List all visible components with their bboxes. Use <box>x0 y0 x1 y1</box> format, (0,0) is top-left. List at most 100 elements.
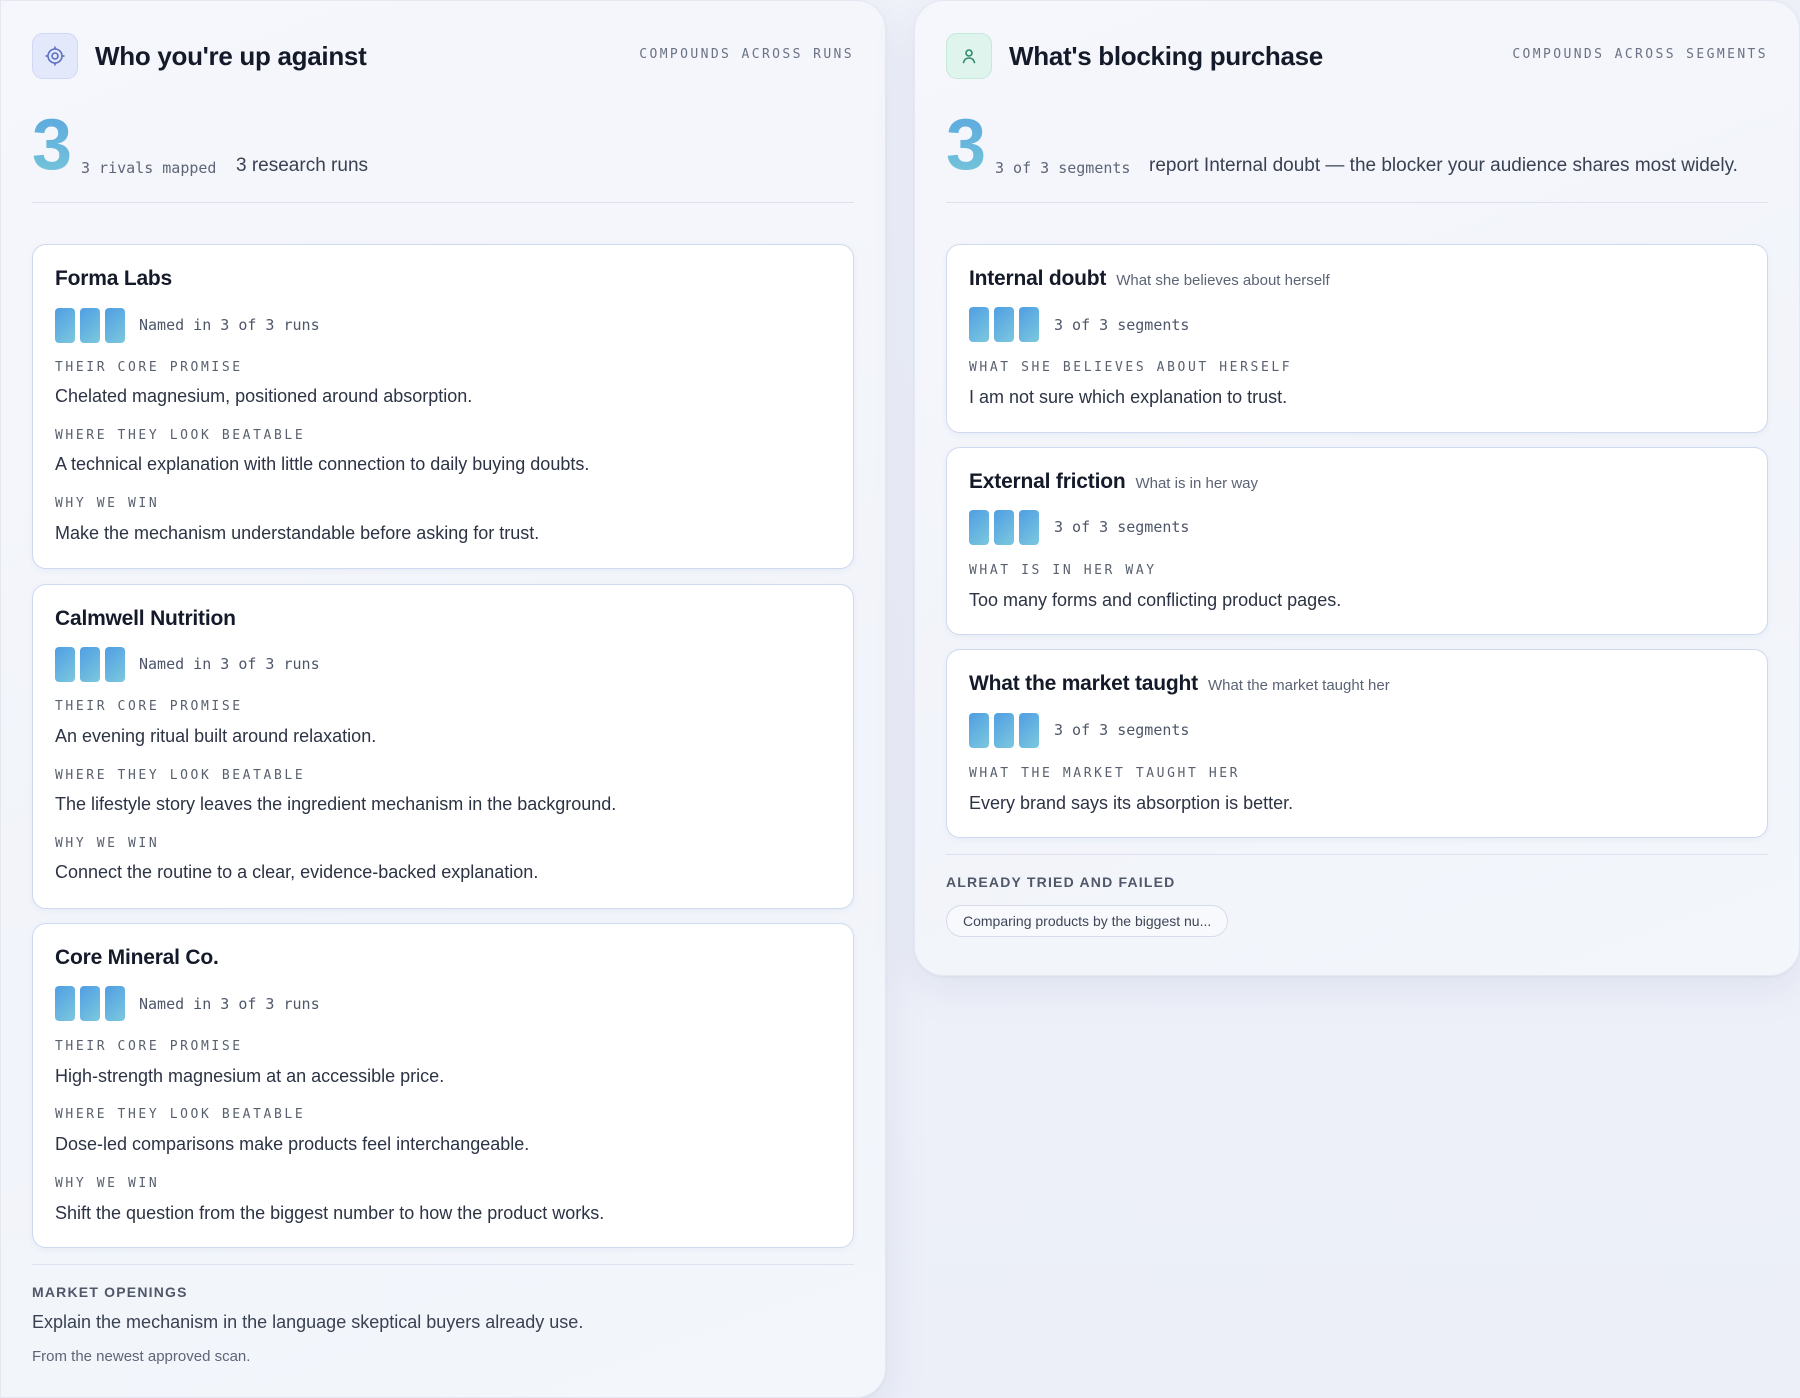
run-bar <box>55 308 75 343</box>
openings-text: Explain the mechanism in the language sk… <box>32 1312 584 1332</box>
panel-tag: COMPOUNDS ACROSS RUNS <box>639 47 854 62</box>
stat-number: 3 <box>32 105 73 185</box>
segments-label: 3 of 3 segments <box>1054 316 1190 334</box>
tried-chip[interactable]: Comparing products by the biggest nu... <box>946 905 1229 937</box>
segment-bar <box>969 713 989 748</box>
run-bar <box>105 647 125 682</box>
segments-meter <box>969 510 1039 545</box>
promise-text: An evening ritual built around relaxatio… <box>55 726 377 746</box>
run-bar <box>80 986 100 1021</box>
segment-bar <box>1019 510 1039 545</box>
beatable-label: WHERE THEY LOOK BEATABLE <box>55 428 306 443</box>
stat-mono: 3 of 3 segments <box>995 159 1131 177</box>
divider <box>32 202 854 203</box>
stat-mono: 3 rivals mapped <box>81 159 217 177</box>
win-text: Connect the routine to a clear, evidence… <box>55 862 539 882</box>
quote-text: Too many forms and conflicting product p… <box>969 590 1342 610</box>
promise-label: THEIR CORE PROMISE <box>55 1039 243 1054</box>
quote-text: I am not sure which explanation to trust… <box>969 387 1288 407</box>
target-icon <box>32 33 78 79</box>
blocker-card: External friction What is in her way 3 of… <box>946 447 1768 635</box>
blockers-panel: What's blocking purchase COMPOUNDS ACROS… <box>914 0 1800 976</box>
quote-label: WHAT IS IN HER WAY <box>969 563 1157 578</box>
segment-bar <box>1019 713 1039 748</box>
blocker-name: External friction <box>969 470 1126 493</box>
promise-label: THEIR CORE PROMISE <box>55 699 243 714</box>
rivals-stat: 3 3 rivals mapped 3 research runs <box>32 107 854 183</box>
panel-tag: COMPOUNDS ACROSS SEGMENTS <box>1512 47 1768 62</box>
win-text: Shift the question from the biggest numb… <box>55 1203 605 1223</box>
beatable-text: A technical explanation with little conn… <box>55 454 590 474</box>
segment-bar <box>969 510 989 545</box>
competitors-header: Who you're up against COMPOUNDS ACROSS R… <box>32 33 854 79</box>
runs-label: Named in 3 of 3 runs <box>139 316 320 334</box>
blocker-title: External friction What is in her way <box>969 470 1258 494</box>
stage: Who you're up against COMPOUNDS ACROSS R… <box>0 0 1800 1398</box>
segments-meter <box>969 307 1039 342</box>
runs-meter <box>55 986 125 1021</box>
win-label: WHY WE WIN <box>55 496 160 511</box>
blocker-card: What the market taught What the market ta… <box>946 649 1768 838</box>
quote-label: WHAT THE MARKET TAUGHT HER <box>969 766 1241 781</box>
win-label: WHY WE WIN <box>55 1176 160 1191</box>
rival-card: Forma Labs Named in 3 of 3 runs THEIR CO… <box>32 244 854 569</box>
segment-bar <box>994 307 1014 342</box>
run-bar <box>105 308 125 343</box>
runs-label: Named in 3 of 3 runs <box>139 655 320 673</box>
stat-number: 3 <box>946 105 987 185</box>
divider <box>32 1264 854 1265</box>
stat-text: report Internal doubt — the blocker your… <box>1149 155 1738 176</box>
segment-bar <box>994 713 1014 748</box>
promise-text: Chelated magnesium, positioned around ab… <box>55 386 473 406</box>
blocker-subtitle: What the market taught her <box>1207 677 1390 694</box>
runs-label: Named in 3 of 3 runs <box>139 995 320 1013</box>
openings-label: MARKET OPENINGS <box>32 1284 188 1300</box>
beatable-text: Dose-led comparisons make products feel … <box>55 1134 530 1154</box>
blocker-subtitle: What she believes about herself <box>1116 272 1330 289</box>
segments-label: 3 of 3 segments <box>1054 721 1190 739</box>
person-icon <box>946 33 992 79</box>
rival-card: Core Mineral Co. Named in 3 of 3 runs TH… <box>32 923 854 1248</box>
runs-meter <box>55 647 125 682</box>
run-bar <box>80 308 100 343</box>
run-bar <box>80 647 100 682</box>
panel-title: What's blocking purchase <box>1009 41 1323 71</box>
panel-title: Who you're up against <box>95 41 367 71</box>
blockers-stat: 3 3 of 3 segments report Internal doubt … <box>946 107 1768 183</box>
runs-meter <box>55 308 125 343</box>
segments-label: 3 of 3 segments <box>1054 518 1190 536</box>
rival-name: Calmwell Nutrition <box>55 607 236 630</box>
blockers-header: What's blocking purchase COMPOUNDS ACROS… <box>946 33 1768 79</box>
competitors-panel: Who you're up against COMPOUNDS ACROSS R… <box>0 0 886 1398</box>
divider <box>946 854 1768 855</box>
blocker-subtitle: What is in her way <box>1135 475 1259 492</box>
blocker-name: What the market taught <box>969 672 1198 695</box>
blocker-card: Internal doubt What she believes about he… <box>946 244 1768 433</box>
promise-text: High-strength magnesium at an accessible… <box>55 1066 445 1086</box>
segment-bar <box>1019 307 1039 342</box>
beatable-text: The lifestyle story leaves the ingredien… <box>55 794 617 814</box>
quote-label: WHAT SHE BELIEVES ABOUT HERSELF <box>969 360 1293 375</box>
promise-label: THEIR CORE PROMISE <box>55 360 243 375</box>
stat-text: 3 research runs <box>236 155 369 176</box>
blocker-title: Internal doubt What she believes about he… <box>969 267 1330 291</box>
segments-meter <box>969 713 1039 748</box>
rival-card: Calmwell Nutrition Named in 3 of 3 runs … <box>32 584 854 909</box>
blocker-title: What the market taught What the market ta… <box>969 672 1390 696</box>
segment-bar <box>969 307 989 342</box>
quote-text: Every brand says its absorption is bette… <box>969 793 1294 813</box>
blocker-name: Internal doubt <box>969 267 1107 290</box>
run-bar <box>55 647 75 682</box>
openings-note: From the newest approved scan. <box>32 1348 251 1365</box>
rival-name: Core Mineral Co. <box>55 946 219 969</box>
rival-name: Forma Labs <box>55 267 173 290</box>
run-bar <box>105 986 125 1021</box>
tried-label: ALREADY TRIED AND FAILED <box>946 874 1176 890</box>
beatable-label: WHERE THEY LOOK BEATABLE <box>55 768 306 783</box>
beatable-label: WHERE THEY LOOK BEATABLE <box>55 1107 306 1122</box>
win-text: Make the mechanism understandable before… <box>55 523 540 543</box>
segment-bar <box>994 510 1014 545</box>
run-bar <box>55 986 75 1021</box>
win-label: WHY WE WIN <box>55 836 160 851</box>
divider <box>946 202 1768 203</box>
